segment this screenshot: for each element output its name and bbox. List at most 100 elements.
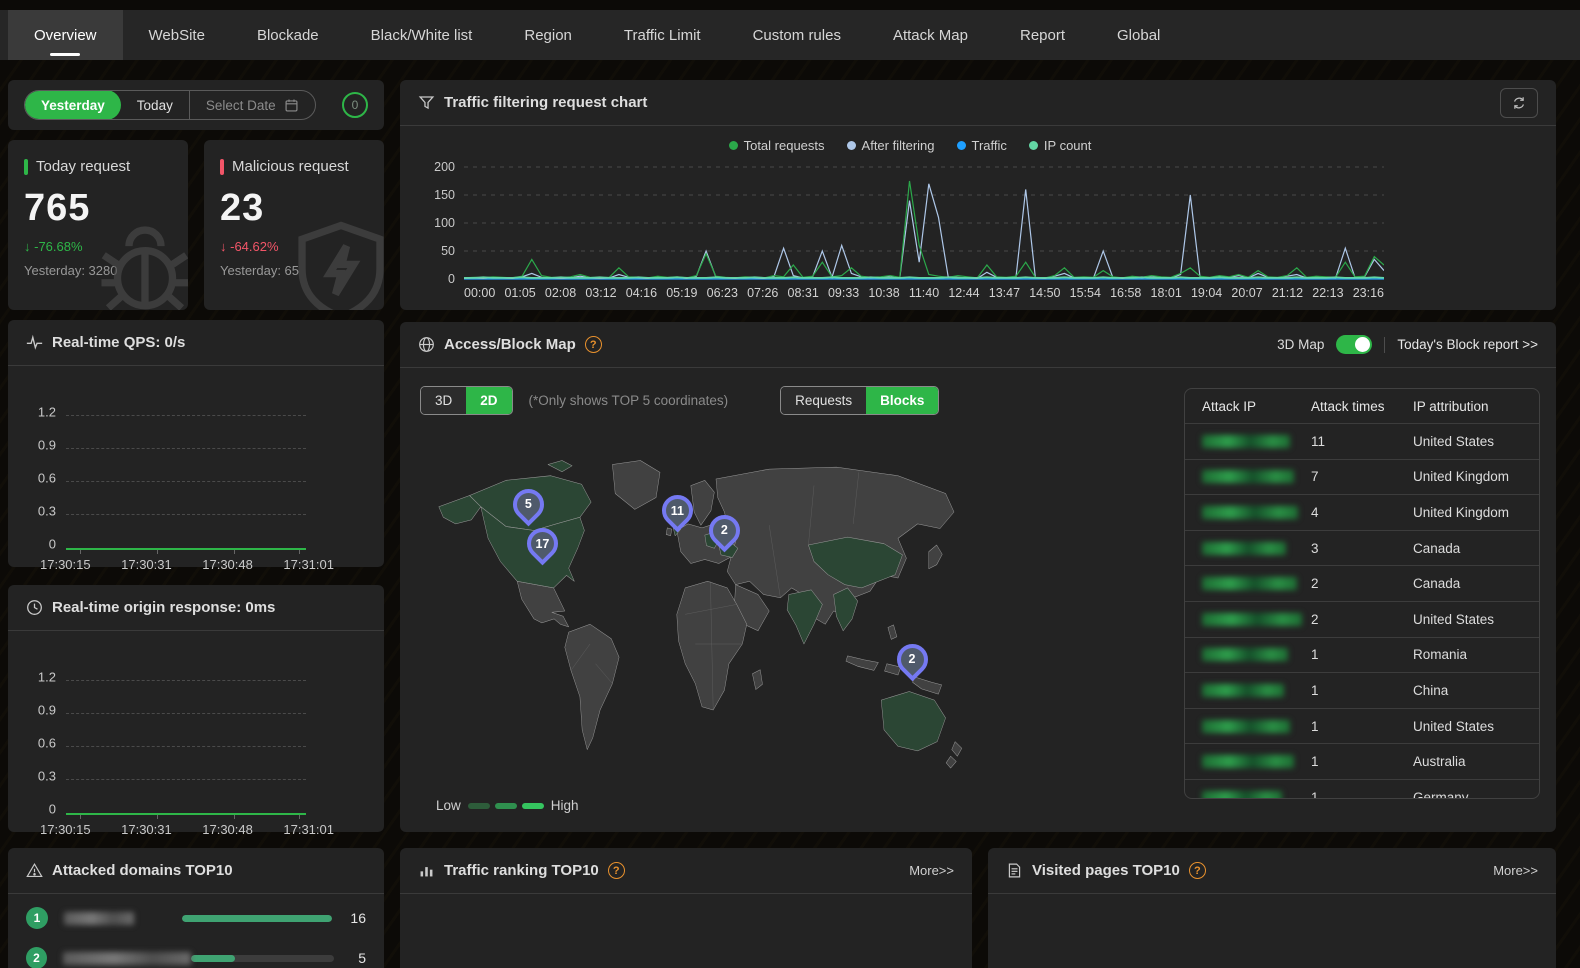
attack-ip-table[interactable]: Attack IPAttack timesIP attribution11Uni… [1184,388,1540,799]
card-title-text: Today request [36,158,130,175]
world-map-svg [422,446,982,776]
gridline [66,481,306,482]
tab-region[interactable]: Region [498,10,598,60]
tab-website[interactable]: WebSite [123,10,231,60]
chart-legend: Total requests After filtering Traffic IP c… [428,138,1392,153]
table-row: 1China [1185,673,1539,709]
attacked-domain-list: 11625 [8,902,384,968]
tab-global[interactable]: Global [1091,10,1186,60]
map-pin[interactable]: 2 [895,644,929,684]
3d-mode-button[interactable]: 3D [421,387,466,414]
domain-row: 25 [26,942,366,968]
legend-item[interactable]: Total requests [729,138,825,153]
y-tick-label: 0 [49,537,56,552]
attacked-header: Attacked domains TOP10 [8,848,384,894]
tab-overview[interactable]: Overview [8,10,123,60]
masked-domain [64,912,134,925]
refresh-button[interactable] [1500,88,1538,118]
map-note: (*Only shows TOP 5 coordinates) [529,393,729,408]
legend-item[interactable]: After filtering [847,138,935,153]
malicious-request-card: Malicious request23↓ -64.62%Yesterday: 6… [204,140,384,310]
origin-header: Real-time origin response: 0ms [8,585,384,631]
map-pin[interactable]: 2 [707,515,741,555]
traffic-chart: 20015010050000:0001:0502:0803:1204:1605:… [464,163,1384,300]
3d-map-toggle[interactable] [1336,335,1372,354]
legend-dot [729,141,738,150]
tab-black-white-list[interactable]: Black/White list [345,10,499,60]
access-block-map-panel: Access/Block Map ? 3D Map Today's Block … [400,322,1556,832]
table-row: 1Australia [1185,744,1539,780]
attack-ip-cell [1185,684,1303,697]
refresh-countdown-badge[interactable]: 0 [342,92,368,118]
map-help-icon[interactable]: ? [585,336,602,353]
ip-attribution-cell: United States [1413,434,1539,449]
x-tick-label: 19:04 [1191,286,1222,300]
table-row: 7United Kingdom [1185,460,1539,496]
domain-bar-fill [182,915,332,922]
map-pin[interactable]: 5 [511,489,545,529]
tab-traffic-limit[interactable]: Traffic Limit [598,10,727,60]
yesterday-button[interactable]: Yesterday [25,90,121,120]
map-header-right: 3D Map Today's Block report >> [1277,335,1538,354]
x-tick-label: 01:05 [504,286,535,300]
map-pin[interactable]: 11 [660,495,694,535]
axis-tick [80,815,81,819]
legend-item[interactable]: IP count [1029,138,1091,153]
table-row: 4United Kingdom [1185,495,1539,531]
select-date-button[interactable]: Select Date [190,90,315,120]
block-report-link[interactable]: Today's Block report >> [1397,337,1538,352]
gridline [66,514,306,515]
masked-domain [63,952,191,965]
ranking-more-link[interactable]: More>> [909,863,954,878]
realtime-qps-panel: Real-time QPS: 0/s 1.20.90.60.3017:30:15… [8,320,384,567]
attack-times-cell: 1 [1303,754,1413,769]
legend-dot [957,141,966,150]
table-row: 1Germany [1185,780,1539,799]
origin-chart: 1.20.90.60.3017:30:1517:30:3117:30:4817:… [66,665,306,815]
funnel-icon [418,94,435,111]
pin-count: 2 [895,644,929,675]
gridline [66,713,306,714]
x-tick-label: 13:47 [989,286,1020,300]
blocks-button[interactable]: Blocks [866,387,938,414]
world-map[interactable]: 517 11 2 2 [422,446,982,776]
x-tick-label: 17:30:31 [121,822,172,837]
legend-item[interactable]: Traffic [957,138,1007,153]
column-header: IP attribution [1413,399,1539,414]
tab-blockade[interactable]: Blockade [231,10,345,60]
legend-label: Total requests [744,138,825,153]
masked-ip [1202,435,1290,448]
requests-button[interactable]: Requests [781,387,866,414]
heat-segment [468,803,490,809]
axis-tick [234,550,235,554]
clock-icon [26,599,43,616]
heat-segment [522,803,544,809]
x-tick-label: 11:40 [909,286,939,300]
tab-report[interactable]: Report [994,10,1091,60]
map-pin[interactable]: 17 [525,528,559,568]
tab-attack-map[interactable]: Attack Map [867,10,994,60]
date-filter-panel: Yesterday Today Select Date 0 [8,80,384,130]
gridline [66,779,306,780]
x-tick-label: 18:01 [1151,286,1182,300]
ip-attribution-cell: United States [1413,612,1539,627]
table-header-row: Attack IPAttack timesIP attribution [1185,389,1539,424]
y-tick-label: 0 [448,272,455,286]
ip-attribution-cell: Germany [1413,790,1539,799]
origin-title: Real-time origin response: 0ms [52,599,275,616]
visited-header: Visited pages TOP10 ? More>> [988,848,1556,894]
visited-help-icon[interactable]: ? [1189,862,1206,879]
legend-dot [847,141,856,150]
main-layout: Yesterday Today Select Date 0 Today requ… [8,80,1556,968]
ranking-title: Traffic ranking TOP10 [444,862,599,879]
2d-mode-button[interactable]: 2D [466,387,511,414]
today-button[interactable]: Today [121,90,189,120]
masked-ip [1202,755,1294,768]
masked-ip [1202,542,1286,555]
card-title: Malicious request [220,158,368,175]
table-row: 11United States [1185,424,1539,460]
ranking-help-icon[interactable]: ? [608,862,625,879]
visited-more-link[interactable]: More>> [1493,863,1538,878]
x-tick-label: 00:00 [464,286,495,300]
tab-custom-rules[interactable]: Custom rules [727,10,867,60]
